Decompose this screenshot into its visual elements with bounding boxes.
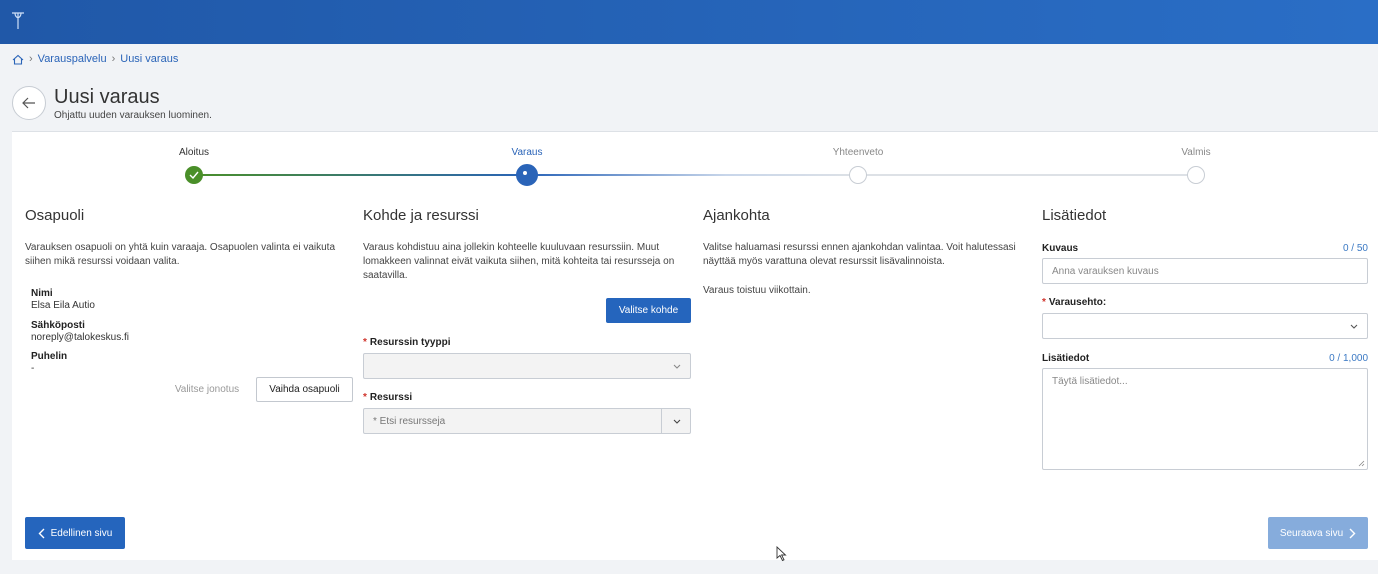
- breadcrumb-separator: ›: [111, 53, 116, 65]
- page-header: Uusi varaus Ohjattu uuden varauksen luom…: [12, 84, 1378, 124]
- description-placeholder: Anna varauksen kuvaus: [1052, 266, 1159, 277]
- arrow-left-icon: [22, 97, 35, 109]
- previous-page-label: Edellinen sivu: [50, 527, 113, 539]
- step-dot-valmis: [1187, 166, 1205, 184]
- step-label-yhteenveto: Yhteenveto: [832, 147, 884, 158]
- breadcrumb-link-varauspalvelu[interactable]: Varauspalvelu: [38, 53, 107, 65]
- kohde-description: Varaus kohdistuu aina jollekin kohteelle…: [363, 242, 675, 281]
- next-page-button[interactable]: Seuraava sivu: [1268, 517, 1368, 549]
- resource-label: * Resurssi: [363, 392, 413, 403]
- description-input[interactable]: Anna varauksen kuvaus: [1042, 258, 1368, 284]
- change-party-button[interactable]: Vaihda osapuoli: [256, 377, 353, 402]
- resource-type-label: * Resurssin tyyppi: [363, 337, 451, 348]
- step-dot-yhteenveto: [849, 166, 867, 184]
- step-label-aloitus: Aloitus: [178, 147, 210, 158]
- stepper-line-todo: [858, 174, 1196, 176]
- resource-search-select[interactable]: * Etsi resursseja: [363, 408, 691, 434]
- email-value: noreply@talokeskus.fi: [31, 332, 129, 343]
- select-queue-button[interactable]: Valitse jonotus: [163, 377, 251, 402]
- osapuoli-description: Varauksen osapuoli on yhtä kuin varaaja.…: [25, 242, 336, 267]
- extra-info-counter: 0 / 1,000: [1329, 353, 1368, 364]
- ajankohta-description: Valitse haluamasi resurssi ennen ajankoh…: [703, 242, 1016, 267]
- chevron-right-icon: [1349, 528, 1356, 538]
- name-label: Nimi: [31, 288, 53, 299]
- step-dot-aloitus[interactable]: [185, 166, 203, 184]
- description-counter: 0 / 50: [1342, 243, 1368, 254]
- previous-page-button[interactable]: Edellinen sivu: [25, 517, 125, 549]
- wizard-card: Aloitus Varaus Yhteenveto Valmis Osapuol…: [12, 131, 1378, 560]
- page-subtitle: Ohjattu uuden varauksen luominen.: [54, 110, 212, 121]
- recurrence-text: Varaus toistuu viikottain.: [703, 285, 811, 296]
- extra-info-label: Lisätiedot: [1042, 353, 1090, 364]
- chevron-down-icon[interactable]: [672, 416, 682, 426]
- osapuoli-heading: Osapuoli: [25, 207, 85, 224]
- phone-value: -: [31, 363, 35, 374]
- terms-select[interactable]: [1042, 313, 1368, 339]
- page-title: Uusi varaus: [54, 86, 160, 108]
- breadcrumb-link-uusi-varaus[interactable]: Uusi varaus: [120, 53, 178, 65]
- extra-info-placeholder: Täytä lisätiedot...: [1052, 376, 1128, 387]
- resource-type-select[interactable]: [363, 353, 691, 379]
- terms-label: * Varausehto:: [1042, 297, 1107, 308]
- kohde-heading: Kohde ja resurssi: [363, 207, 479, 224]
- step-label-valmis: Valmis: [1181, 147, 1211, 158]
- breadcrumb: › Varauspalvelu › Uusi varaus: [12, 53, 178, 65]
- mouse-cursor-icon: [776, 546, 787, 562]
- name-value: Elsa Eila Autio: [31, 300, 95, 311]
- chevron-down-icon: [1350, 324, 1358, 329]
- chevron-down-icon: [673, 364, 681, 369]
- extra-info-textarea[interactable]: Täytä lisätiedot...: [1042, 368, 1368, 470]
- step-dot-varaus[interactable]: [516, 164, 538, 186]
- ajankohta-heading: Ajankohta: [703, 207, 770, 224]
- breadcrumb-separator: ›: [29, 53, 33, 65]
- next-page-label: Seuraava sivu: [1279, 527, 1344, 539]
- select-divider: [661, 409, 662, 433]
- chevron-left-icon: [38, 528, 45, 538]
- stepper-line-progress: [527, 174, 858, 176]
- description-label: Kuvaus: [1042, 243, 1079, 254]
- resize-grip-icon[interactable]: [1358, 460, 1365, 467]
- back-button[interactable]: [12, 86, 46, 120]
- email-label: Sähköposti: [31, 320, 85, 331]
- resource-search-placeholder: * Etsi resursseja: [373, 416, 446, 427]
- phone-label: Puhelin: [31, 351, 68, 362]
- select-target-button[interactable]: Valitse kohde: [606, 298, 691, 323]
- stepper-line-done: [194, 174, 527, 176]
- check-icon: [189, 171, 199, 179]
- home-icon[interactable]: [12, 54, 24, 65]
- lisatiedot-heading: Lisätiedot: [1042, 207, 1107, 224]
- top-bar: [0, 0, 1378, 44]
- step-label-varaus: Varaus: [511, 147, 543, 158]
- app-logo-icon[interactable]: [10, 11, 26, 31]
